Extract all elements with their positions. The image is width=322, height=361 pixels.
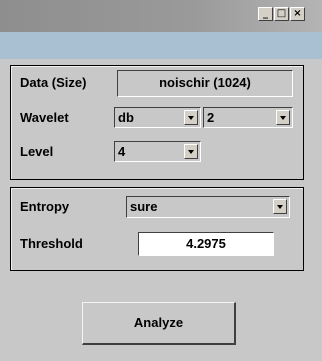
chevron-down-icon[interactable]: [184, 110, 198, 125]
menu-bar: [0, 32, 322, 59]
minimize-button[interactable]: _: [258, 7, 273, 21]
wavelet-number-value: 2: [207, 110, 215, 125]
level-label: Level: [20, 144, 54, 159]
wavelet-family-value: db: [118, 110, 134, 125]
entropy-value: sure: [130, 199, 158, 214]
maximize-icon: □: [276, 8, 287, 19]
wavelet-family-select[interactable]: db: [114, 107, 201, 128]
close-icon: ×: [293, 8, 302, 19]
level-value: 4: [118, 144, 126, 159]
entropy-select[interactable]: sure: [126, 196, 290, 218]
title-bar[interactable]: _ □ ×: [0, 0, 322, 32]
chevron-down-icon[interactable]: [276, 110, 290, 125]
threshold-label: Threshold: [20, 236, 83, 251]
close-button[interactable]: ×: [290, 7, 305, 21]
maximize-button[interactable]: □: [274, 7, 289, 21]
entropy-panel: Entropy sure Threshold 4.2975: [10, 187, 304, 271]
chevron-down-icon[interactable]: [273, 199, 287, 214]
analyze-button[interactable]: Analyze: [82, 302, 236, 345]
data-size-label: Data (Size): [20, 75, 87, 90]
data-panel: Data (Size) noischir (1024) Wavelet db 2…: [10, 65, 304, 180]
wavelet-label: Wavelet: [20, 110, 69, 125]
level-select[interactable]: 4: [114, 141, 201, 162]
entropy-label: Entropy: [20, 199, 70, 214]
threshold-input[interactable]: 4.2975: [138, 232, 274, 256]
chevron-down-icon[interactable]: [184, 144, 198, 159]
minimize-icon: _: [263, 8, 268, 19]
data-size-field: noischir (1024): [117, 70, 293, 97]
wavelet-number-select[interactable]: 2: [203, 107, 293, 128]
